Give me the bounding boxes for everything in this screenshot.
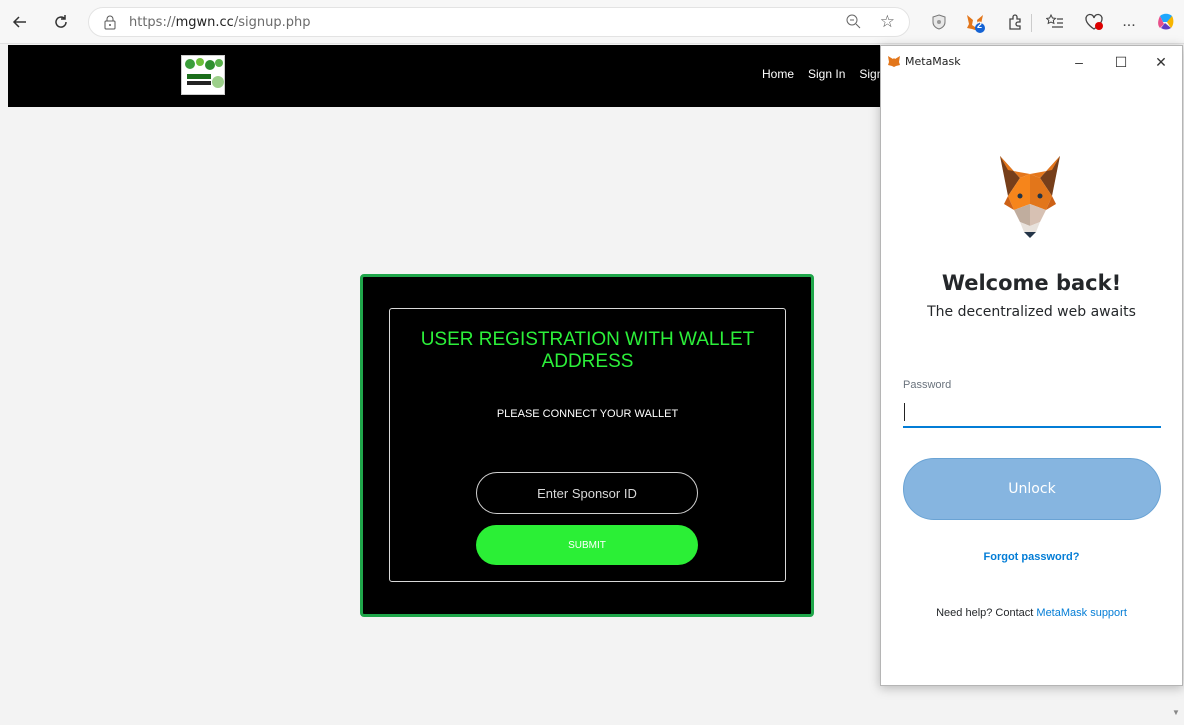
toolbar-divider	[1031, 14, 1032, 32]
browser-toolbar: https://mgwn.cc/signup.php ☆ 2 ...	[0, 0, 1184, 44]
help-text: Need help? Contact MetaMask support	[881, 607, 1182, 619]
copilot-icon[interactable]	[1154, 10, 1178, 34]
nav-home[interactable]: Home	[762, 67, 794, 81]
connect-wallet-prompt: PLEASE CONNECT YOUR WALLET	[496, 408, 679, 420]
password-input[interactable]	[903, 398, 1161, 428]
registration-card: USER REGISTRATION WITH WALLET ADDRESS PL…	[360, 274, 814, 617]
close-icon[interactable]: ✕	[1151, 52, 1171, 72]
minimize-icon[interactable]: –	[1069, 52, 1089, 72]
more-menu-icon[interactable]: ...	[1117, 10, 1141, 34]
metamask-popup: MetaMask – ☐ ✕ Welcome back! The decentr…	[880, 45, 1183, 686]
favorites-list-icon[interactable]	[1043, 10, 1067, 34]
site-logo[interactable]	[181, 55, 225, 95]
forgot-password-link[interactable]: Forgot password?	[881, 551, 1182, 563]
password-label: Password	[903, 379, 952, 391]
text-caret	[904, 403, 905, 421]
registration-form: USER REGISTRATION WITH WALLET ADDRESS PL…	[389, 308, 786, 582]
unlock-button[interactable]: Unlock	[903, 458, 1161, 520]
metamask-fox-small-icon	[887, 54, 901, 67]
sponsor-id-input[interactable]	[476, 472, 698, 514]
url-text: https://mgwn.cc/signup.php	[129, 15, 311, 30]
welcome-tagline: The decentralized web awaits	[927, 304, 1136, 320]
site-nav: Home Sign In Sign	[762, 67, 883, 81]
refresh-icon[interactable]	[47, 8, 75, 36]
metamask-extension-icon[interactable]: 2	[963, 10, 987, 34]
zoom-icon[interactable]	[845, 13, 863, 31]
favorite-star-icon[interactable]: ☆	[880, 12, 895, 32]
maximize-icon[interactable]: ☐	[1111, 52, 1131, 72]
metamask-fox-logo-icon	[996, 152, 1064, 240]
help-prefix: Need help? Contact	[936, 607, 1037, 619]
welcome-heading: Welcome back!	[941, 271, 1122, 295]
health-heart-icon[interactable]	[1082, 10, 1106, 34]
metamask-support-link[interactable]: MetaMask support	[1036, 607, 1126, 619]
lock-icon[interactable]	[103, 14, 119, 30]
back-arrow-icon[interactable]	[6, 8, 34, 36]
metamask-titlebar: MetaMask – ☐ ✕	[881, 46, 1182, 78]
registration-title: USER REGISTRATION WITH WALLET ADDRESS	[420, 329, 755, 372]
scroll-down-arrow-icon[interactable]: ▼	[1172, 708, 1180, 717]
shield-icon[interactable]	[927, 10, 951, 34]
metamask-window-title: MetaMask	[905, 55, 961, 68]
extensions-puzzle-icon[interactable]	[1003, 10, 1027, 34]
address-bar[interactable]: https://mgwn.cc/signup.php ☆	[88, 7, 910, 37]
nav-sign-in[interactable]: Sign In	[808, 67, 845, 81]
extension-badge: 2	[977, 20, 983, 30]
submit-button[interactable]: SUBMIT	[476, 525, 698, 565]
